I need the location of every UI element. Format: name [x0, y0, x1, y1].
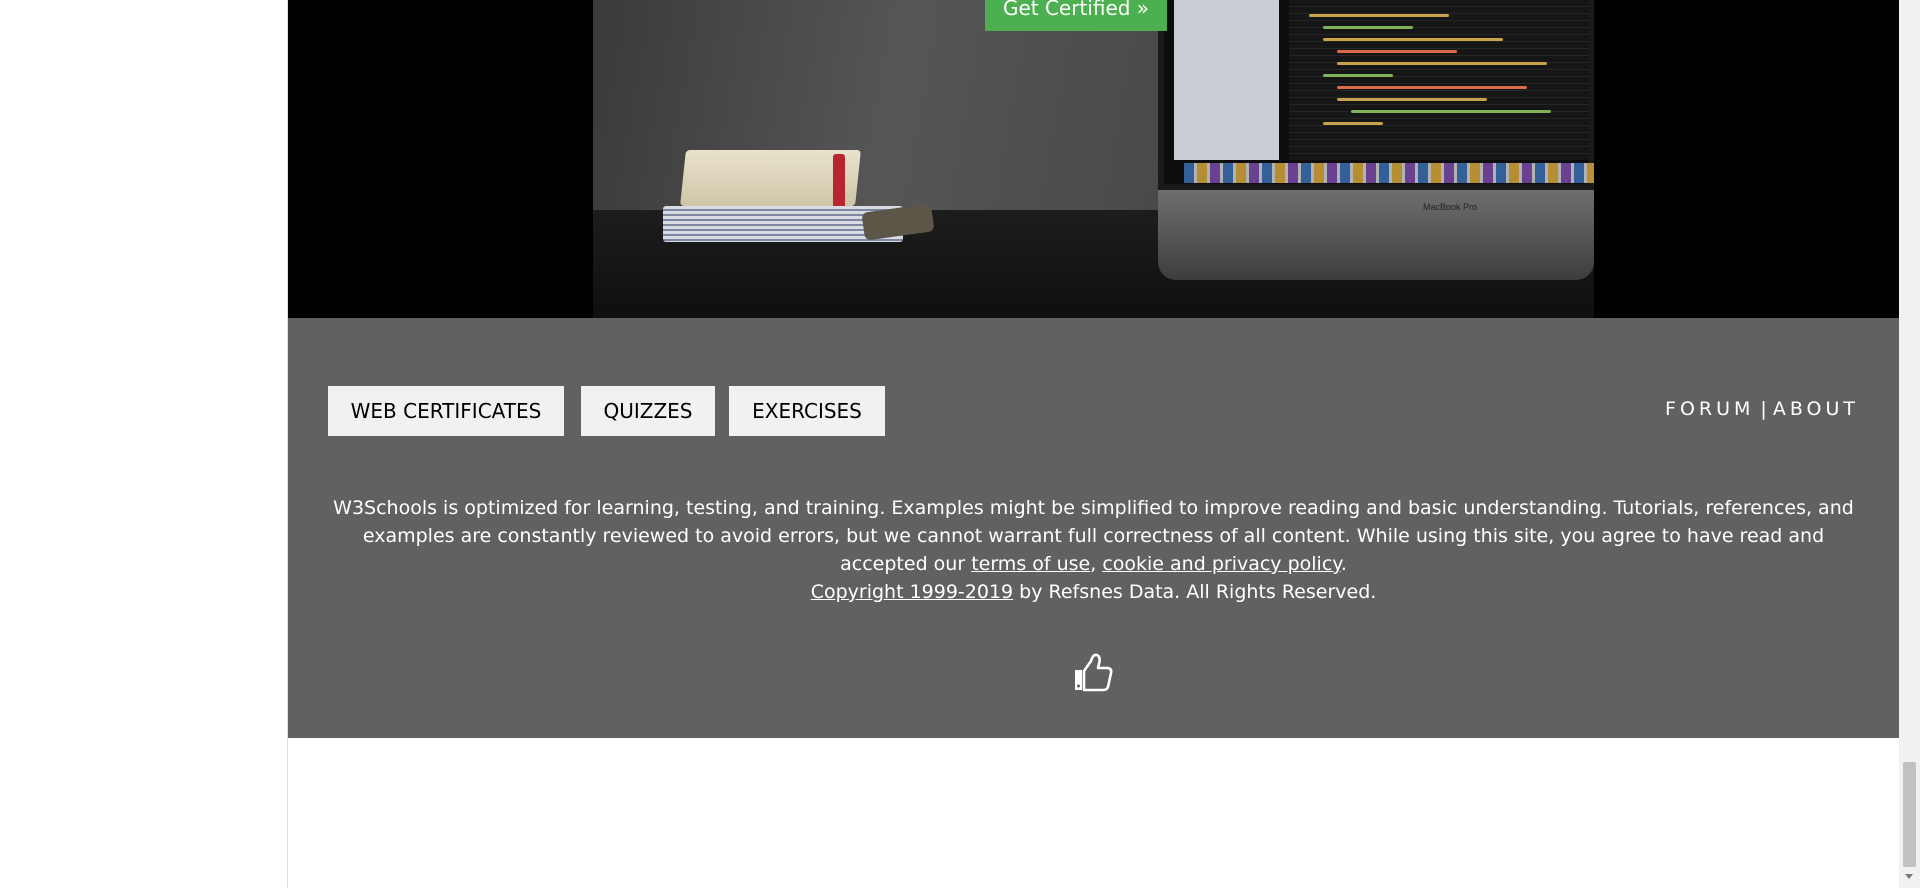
code-line — [1337, 62, 1547, 65]
hero-banner: MacBook Pro Get Certified » — [288, 0, 1899, 318]
link-separator: | — [1760, 398, 1767, 420]
code-line — [1323, 122, 1383, 125]
exercises-button[interactable]: EXERCISES — [729, 386, 885, 436]
copyright-text: by Refsnes Data. All Rights Reserved. — [1013, 581, 1377, 603]
code-line — [1309, 14, 1449, 17]
code-line — [1351, 110, 1551, 113]
laptop-base: MacBook Pro — [1158, 190, 1594, 280]
left-sidebar — [0, 0, 288, 888]
footer-links: FORUM | ABOUT — [1665, 398, 1859, 420]
scrollbar-thumb[interactable] — [1903, 762, 1916, 867]
laptop-screen — [1158, 0, 1594, 190]
scroll-down-arrow-icon[interactable] — [1905, 874, 1913, 879]
code-line — [1323, 38, 1503, 41]
vertical-scrollbar[interactable] — [1899, 0, 1920, 888]
screen-file-panel — [1174, 0, 1279, 160]
laptop: MacBook Pro — [1158, 0, 1594, 280]
hero-photo: MacBook Pro — [593, 0, 1594, 318]
code-line — [1323, 26, 1413, 29]
laptop-label: MacBook Pro — [1423, 202, 1478, 212]
web-certificates-button[interactable]: WEB CERTIFICATES — [328, 386, 564, 436]
code-line — [1323, 74, 1393, 77]
privacy-policy-link[interactable]: cookie and privacy policy — [1102, 553, 1340, 575]
copyright-link[interactable]: Copyright 1999-2019 — [811, 581, 1013, 603]
get-certified-button[interactable]: Get Certified » — [985, 0, 1167, 31]
main-content: MacBook Pro Get Certified » WEB CERTIFIC… — [288, 0, 1899, 888]
disclaimer-comma: , — [1090, 553, 1103, 575]
thumbs-up-icon[interactable] — [1071, 650, 1115, 694]
about-link[interactable]: ABOUT — [1773, 398, 1859, 420]
book-band — [833, 154, 845, 210]
code-line — [1337, 86, 1527, 89]
quizzes-button[interactable]: QUIZZES — [581, 386, 715, 436]
app-dock — [1184, 163, 1594, 183]
forum-link[interactable]: FORUM — [1665, 398, 1754, 420]
footer: WEB CERTIFICATES QUIZZES EXERCISES FORUM… — [288, 318, 1899, 738]
terms-of-use-link[interactable]: terms of use — [971, 553, 1090, 575]
footer-disclaimer: W3Schools is optimized for learning, tes… — [318, 494, 1869, 606]
disclaimer-period: . — [1340, 553, 1347, 575]
code-line — [1337, 50, 1457, 53]
screen-code-editor — [1289, 0, 1589, 160]
code-line — [1337, 98, 1487, 101]
